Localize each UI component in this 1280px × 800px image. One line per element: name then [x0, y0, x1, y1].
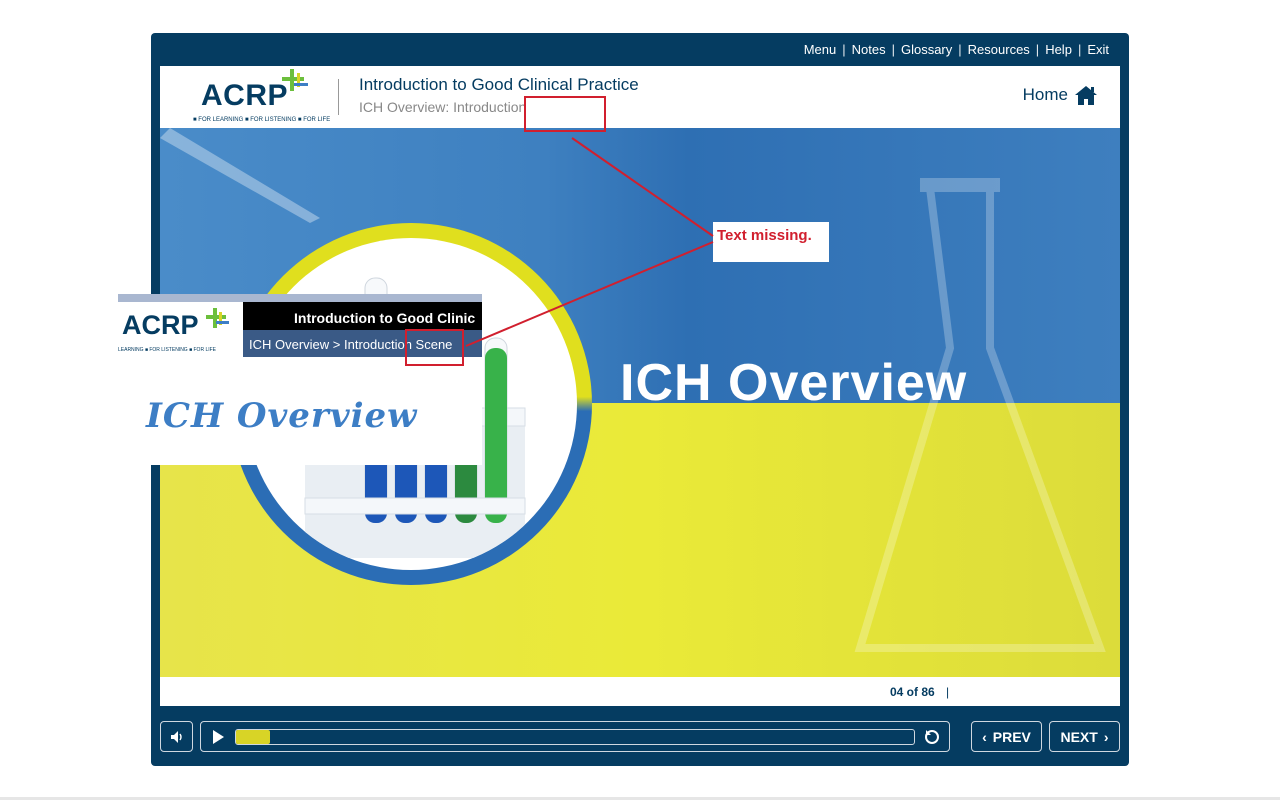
speaker-icon [170, 730, 182, 743]
home-button[interactable]: Home [1023, 84, 1098, 106]
reference-logo-cross-icon [206, 308, 229, 328]
progress-fill [236, 730, 270, 744]
replay-icon[interactable] [923, 728, 941, 746]
slide-footer: 04 of 86 | [160, 677, 1120, 706]
reference-heading: ICH Overview [146, 396, 418, 436]
page-counter: 04 of 86 [890, 685, 935, 699]
help-link[interactable]: Help [1039, 42, 1078, 58]
annotation-box-missing [524, 96, 606, 132]
resources-link[interactable]: Resources [962, 42, 1036, 58]
header-divider [338, 79, 339, 115]
top-nav: Menu | Notes | Glossary | Resources | Help | … [798, 42, 1115, 58]
reference-logo-tagline: LEARNING ■ FOR LISTENING ■ FOR LIFE [118, 347, 216, 353]
reference-top-line [118, 294, 482, 302]
home-icon [1075, 86, 1097, 105]
annotation-text: Text missing. [717, 227, 812, 244]
volume-button[interactable] [160, 721, 193, 752]
annotation-label: Text missing. [713, 222, 829, 262]
pipette-image [160, 128, 320, 223]
glossary-link[interactable]: Glossary [895, 42, 958, 58]
nav-separator: | [1035, 42, 1040, 57]
logo-tagline: ■ FOR LEARNING ■ FOR LISTENING ■ FOR LIF… [193, 117, 331, 123]
course-title: Introduction to Good Clinical Practice [359, 75, 639, 94]
logo-text: ACRP [201, 79, 289, 112]
chevron-right-icon: › [1103, 728, 1109, 745]
nav-separator: | [1077, 42, 1082, 57]
annotation-box-reference [405, 329, 464, 366]
progress-bar[interactable] [235, 729, 915, 745]
prev-label: PREV [992, 728, 1031, 745]
prev-button[interactable]: ‹ PREV [971, 721, 1042, 752]
next-button[interactable]: NEXT › [1049, 721, 1120, 752]
playback-controls: ‹ PREV NEXT › [160, 721, 1120, 753]
slide-heading: ICH Overview [620, 354, 968, 412]
acrp-logo: ACRP ■ FOR LEARNING ■ FOR LISTENING ■ FO… [177, 69, 331, 125]
nav-separator: | [842, 42, 846, 57]
progress-area [200, 721, 950, 752]
reference-logo-text: ACRP [122, 310, 199, 340]
reference-title: Introduction to Good Clinic [294, 310, 476, 326]
course-header: ACRP ■ FOR LEARNING ■ FOR LISTENING ■ FO… [160, 66, 1120, 128]
home-label: Home [1022, 85, 1068, 104]
next-label: NEXT [1060, 728, 1098, 745]
notes-link[interactable]: Notes [846, 42, 892, 58]
exit-link[interactable]: Exit [1081, 42, 1115, 58]
reference-title-bar: Introduction to Good Clinic [243, 302, 482, 330]
nav-separator: | [958, 42, 962, 57]
reference-screenshot: ACRP LEARNING ■ FOR LISTENING ■ FOR LIFE… [118, 294, 482, 465]
nav-separator: | [891, 42, 895, 57]
logo-cross-icon [282, 69, 308, 91]
reference-logo: ACRP LEARNING ■ FOR LISTENING ■ FOR LIFE [118, 302, 243, 358]
menu-link[interactable]: Menu [798, 42, 843, 58]
page-separator: | [946, 685, 950, 699]
chevron-left-icon: ‹ [982, 728, 987, 745]
slide-title: ICH Overview: Introduction [359, 99, 527, 115]
play-icon[interactable] [211, 729, 225, 745]
